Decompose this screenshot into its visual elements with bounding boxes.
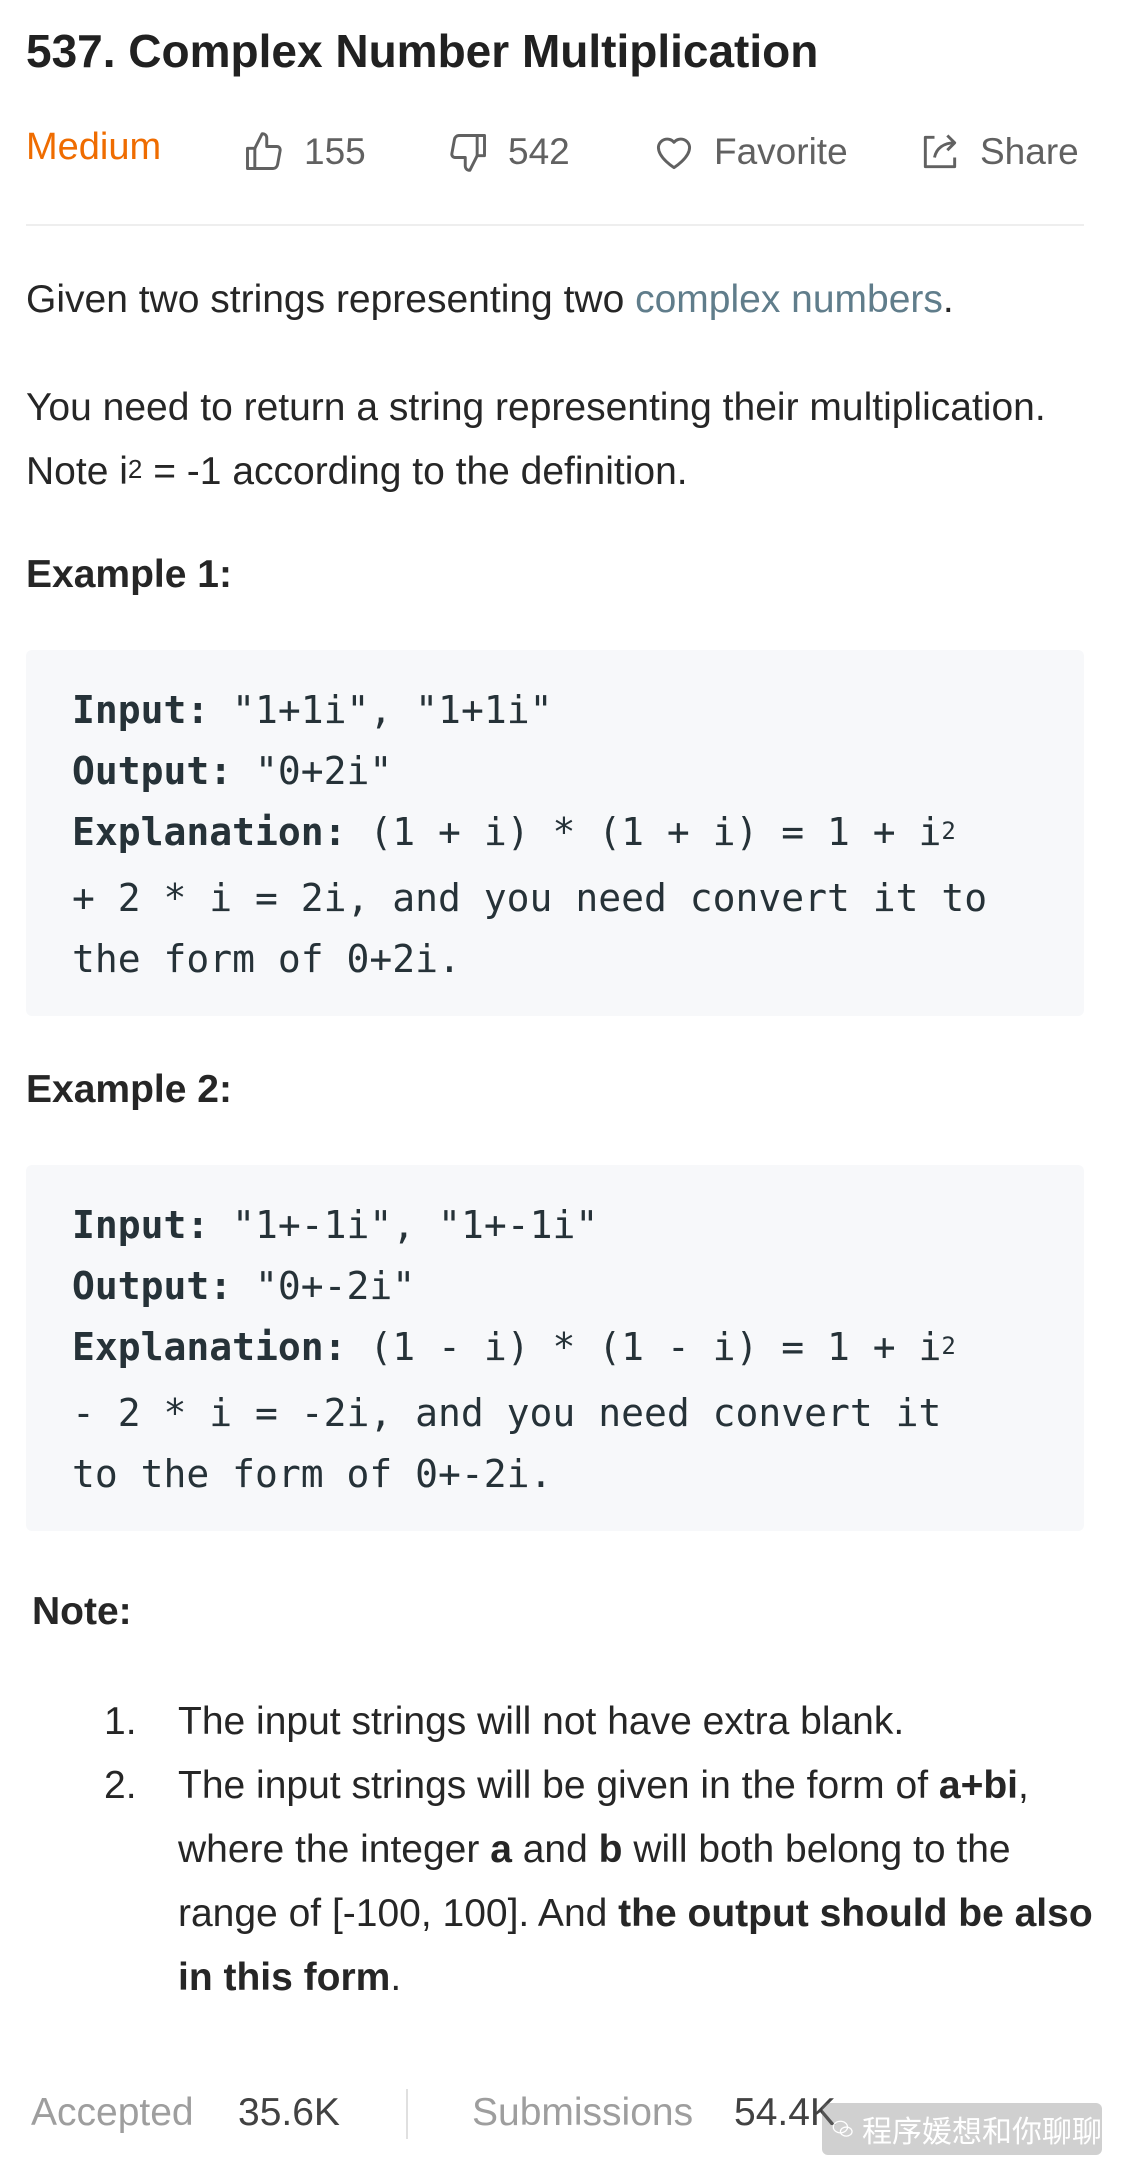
example-2-input-line: Input: "1+-1i", "1+-1i" — [72, 1195, 1038, 1256]
difficulty-badge: Medium — [26, 126, 162, 168]
note-item-text: The input strings will be given in the f… — [178, 1764, 939, 1807]
example-2-output-line: Output: "0+-2i" — [72, 1256, 1038, 1317]
note-item: 1. The input strings will not have extra… — [104, 1690, 1104, 1754]
page-title: 537. Complex Number Multiplication — [26, 25, 819, 77]
example-2-explanation-line: to the form of 0+-2i. — [72, 1452, 553, 1496]
output-value: "0+-2i" — [232, 1264, 416, 1308]
wechat-icon — [832, 2120, 853, 2137]
favorite-button[interactable]: Favorite — [652, 124, 848, 180]
note-bold-text: a — [490, 1828, 512, 1871]
description-text: . — [942, 278, 954, 321]
superscript: 2 — [941, 817, 956, 845]
divider — [26, 224, 1084, 226]
note-item-number: 2. — [104, 1764, 137, 1807]
superscript: 2 — [127, 454, 143, 484]
note-item: 2. The input strings will be given in th… — [104, 1754, 1104, 2010]
like-count: 155 — [304, 131, 366, 172]
superscript: 2 — [941, 1332, 956, 1360]
submissions-value: 54.4K — [734, 2091, 836, 2134]
example-1-heading: Example 1: — [26, 553, 232, 596]
note-item-number: 1. — [104, 1700, 137, 1743]
stats-divider — [406, 2089, 408, 2139]
note-bold-text: a+bi — [938, 1764, 1018, 1807]
example-2-explanation-line: Explanation: (1 - i) * (1 - i) = 1 + i2 — [72, 1317, 1038, 1383]
accepted-value: 35.6K — [238, 2091, 340, 2134]
example-2-code-block: Input: "1+-1i", "1+-1i" Output: "0+-2i" … — [26, 1165, 1084, 1531]
input-label: Input: — [72, 1203, 210, 1247]
note-item-text: The input strings will not have extra bl… — [178, 1700, 905, 1743]
share-label: Share — [980, 131, 1079, 172]
example-2-heading: Example 2: — [26, 1068, 232, 1111]
heart-icon — [656, 137, 692, 170]
example-1-explanation-line: the form of 0+2i. — [72, 937, 461, 981]
example-1-explanation-line: Explanation: (1 + i) * (1 + i) = 1 + i2 — [72, 802, 1038, 868]
watermark: 程序媛想和你聊聊 — [822, 2103, 1102, 2155]
input-value: "1+1i", "1+1i" — [209, 688, 553, 732]
output-label: Output: — [72, 749, 233, 793]
share-button[interactable]: Share — [918, 124, 1079, 180]
output-label: Output: — [72, 1264, 233, 1308]
description-text: Given two strings representing two — [26, 278, 636, 321]
example-1-explanation-line: + 2 * i = 2i, and you need convert it to — [72, 876, 988, 920]
favorite-label: Favorite — [714, 131, 848, 172]
note-item-text: . — [390, 1956, 402, 1999]
thumbs-up-icon — [246, 132, 282, 170]
output-value: "0+2i" — [232, 749, 393, 793]
complex-numbers-link[interactable]: complex numbers — [635, 278, 943, 321]
explanation-text: (1 + i) * (1 + i) = 1 + i — [346, 810, 942, 854]
example-1-code-block: Input: "1+1i", "1+1i" Output: "0+2i" Exp… — [26, 650, 1084, 1016]
share-icon — [923, 134, 957, 169]
note-item-text: and — [511, 1828, 599, 1871]
description-paragraph-1: Given two strings representing two compl… — [26, 268, 954, 332]
explanation-label: Explanation: — [72, 810, 347, 854]
example-1-output-line: Output: "0+2i" — [72, 741, 1038, 802]
note-list: 1. The input strings will not have extra… — [104, 1690, 1104, 2010]
dislike-button[interactable]: 542 — [446, 124, 570, 180]
note-bold-text: b — [598, 1828, 623, 1871]
submissions-label: Submissions — [472, 2091, 694, 2134]
like-button[interactable]: 155 — [242, 124, 366, 180]
description-text: = -1 according to the definition. — [142, 450, 688, 493]
input-label: Input: — [72, 688, 210, 732]
example-2-explanation-line: - 2 * i = -2i, and you need convert it — [72, 1391, 942, 1435]
thumbs-down-icon — [450, 134, 486, 172]
explanation-label: Explanation: — [72, 1325, 347, 1369]
example-1-input-line: Input: "1+1i", "1+1i" — [72, 680, 1038, 741]
accepted-label: Accepted — [31, 2091, 194, 2134]
dislike-count: 542 — [508, 131, 570, 172]
input-value: "1+-1i", "1+-1i" — [209, 1203, 599, 1247]
description-paragraph-2: You need to return a string representing… — [26, 376, 1084, 507]
problem-meta-bar: Medium 155 542 Favorite Share — [26, 124, 1084, 180]
note-heading: Note: — [32, 1590, 132, 1633]
watermark-text: 程序媛想和你聊聊 — [862, 2116, 1102, 2149]
explanation-text: (1 - i) * (1 - i) = 1 + i — [346, 1325, 942, 1369]
